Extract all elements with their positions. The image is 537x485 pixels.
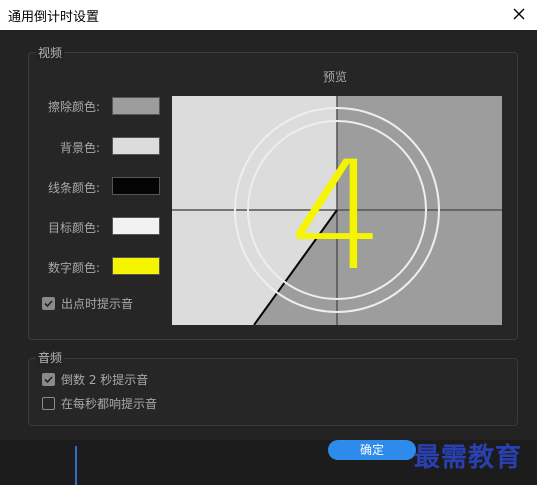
background-playhead	[75, 446, 77, 485]
number-color-swatch[interactable]	[112, 257, 160, 275]
audio-group	[28, 358, 518, 426]
number-color-label: 数字颜色:	[47, 261, 100, 275]
checkmark-icon	[44, 376, 53, 384]
countdown-preview: 4	[172, 96, 502, 325]
dialog-title: 通用倒计时设置	[8, 10, 100, 25]
preview-digit: 4	[289, 130, 384, 304]
wipe-color-label: 擦除颜色:	[47, 100, 100, 114]
title-bar: 通用倒计时设置	[0, 0, 537, 30]
preview-title: 预览	[323, 70, 348, 84]
video-group-title: 视频	[36, 44, 65, 61]
cue-tone-checkbox[interactable]: 出点时提示音	[42, 295, 133, 312]
background-color-label: 背景色:	[59, 141, 100, 155]
line-color-label: 线条颜色:	[47, 181, 100, 195]
cue-tone-label: 出点时提示音	[61, 297, 134, 311]
close-button[interactable]	[509, 4, 529, 24]
checkbox-box	[42, 297, 55, 310]
countdown-settings-dialog: 通用倒计时设置 视频 擦除颜色: 背景色: 线条颜色: 目标颜色: 数字颜色: …	[0, 0, 537, 440]
target-color-label: 目标颜色:	[47, 221, 100, 235]
every-second-tone-checkbox[interactable]: 在每秒都响提示音	[42, 395, 157, 412]
ok-button[interactable]: 确定	[328, 440, 416, 460]
checkmark-icon	[44, 300, 53, 308]
countdown-tone-label: 倒数 2 秒提示音	[61, 373, 149, 387]
background-color-swatch[interactable]	[112, 137, 160, 155]
watermark-logo: 最需教育	[414, 443, 523, 473]
every-second-tone-label: 在每秒都响提示音	[61, 397, 158, 411]
line-color-swatch[interactable]	[112, 177, 160, 195]
checkbox-box	[42, 373, 55, 386]
audio-group-title: 音频	[36, 349, 65, 366]
wipe-color-swatch[interactable]	[112, 97, 160, 115]
countdown-tone-checkbox[interactable]: 倒数 2 秒提示音	[42, 371, 148, 388]
close-icon	[513, 8, 525, 20]
checkbox-box	[42, 397, 55, 410]
target-color-swatch[interactable]	[112, 217, 160, 235]
